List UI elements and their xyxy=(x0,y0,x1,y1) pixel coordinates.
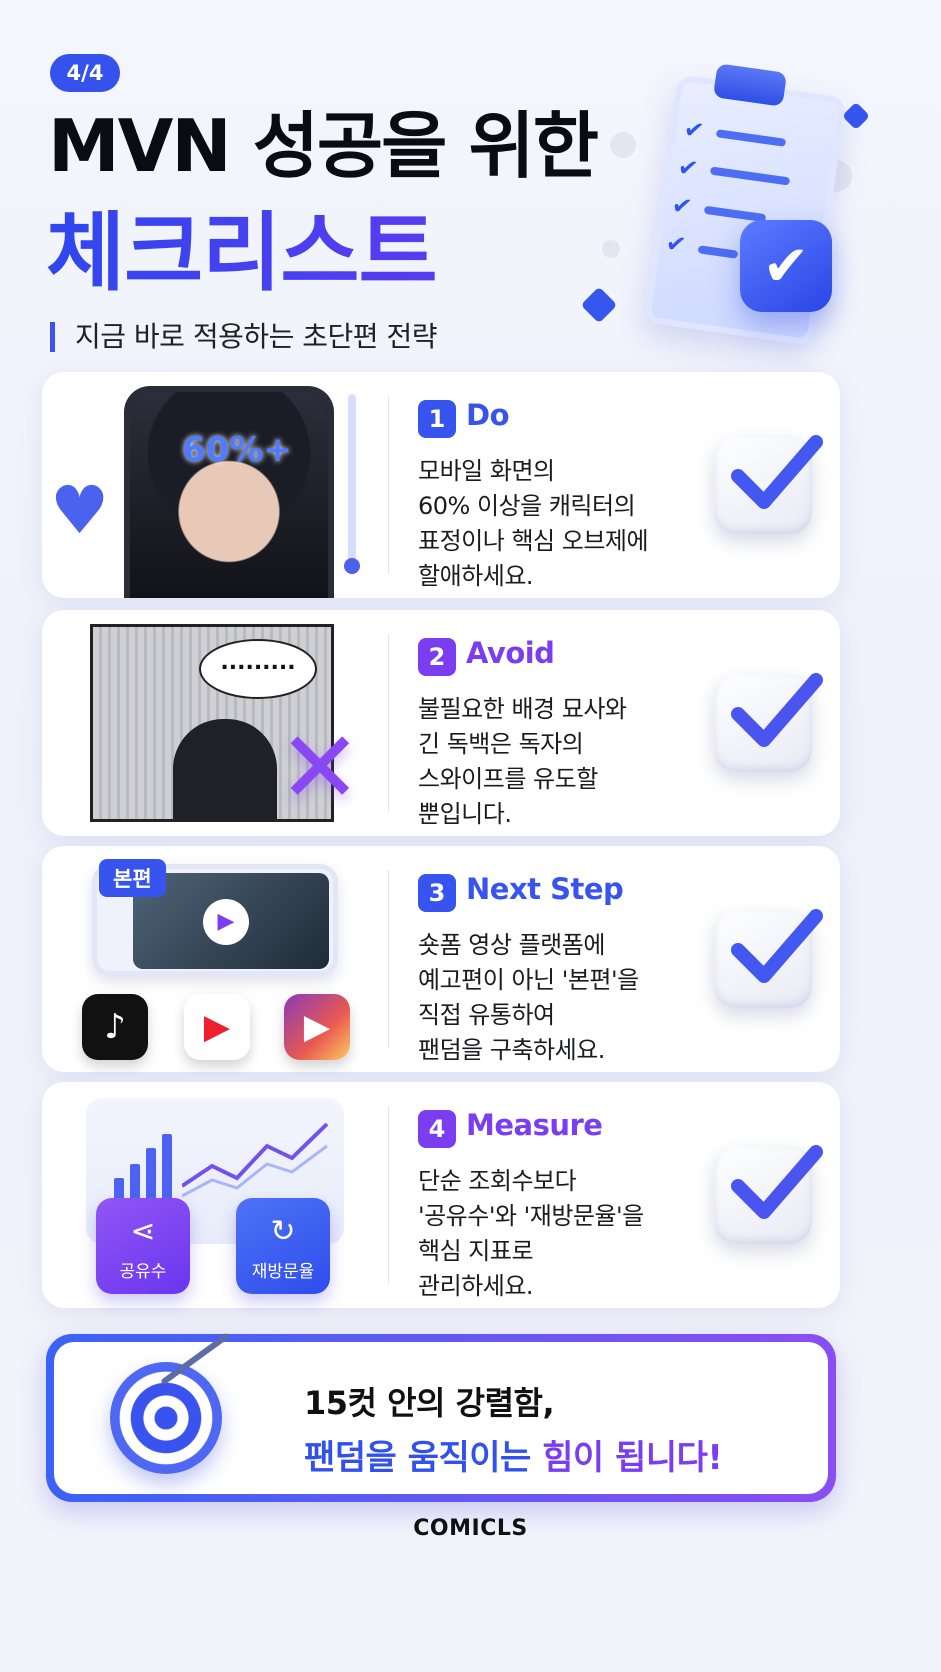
banner-line2: 팬덤을 움직이는 힘이 됩니다! xyxy=(304,1438,723,1478)
check-icon xyxy=(714,909,823,1008)
youtube-shorts-icon: ▶ xyxy=(184,994,250,1060)
scroll-knob xyxy=(344,558,360,574)
checklist-card-next-step: ▶ 본편 ♪ ▶ ▶ 3 Next Step 숏폼 영상 플랫폼에 예고편이 아… xyxy=(42,846,840,1072)
checklist-card-do: ♥ 60%+ 1 Do 모바일 화면의 60% 이상을 캐릭터의 표정이나 핵심… xyxy=(42,372,840,598)
check-icon xyxy=(714,435,823,534)
step-description: 모바일 화면의 60% 이상을 캐릭터의 표정이나 핵심 오브제에 할애하세요. xyxy=(418,457,649,590)
instagram-reels-icon: ▶ xyxy=(284,994,350,1060)
revisit-rate-tile: ↻ 재방문율 xyxy=(236,1198,330,1294)
heart-icon: ♥ xyxy=(50,472,110,549)
step-description: 불필요한 배경 묘사와 긴 독백은 독자의 스와이프를 유도할 뿐입니다. xyxy=(418,695,627,828)
page-title-line1: MVN 성공을 위한 xyxy=(48,104,599,188)
step-heading: Avoid xyxy=(466,636,555,670)
step-description: 숏폼 영상 플랫폼에 예고편이 아닌 '본편'을 직접 유통하여 팬덤을 구축하… xyxy=(418,931,639,1064)
check-bubble-icon: ✔ xyxy=(740,220,832,312)
share-count-tile: ⋖ 공유수 xyxy=(96,1198,190,1294)
step-description: 단순 조회수보다 '공유수'와 '재방문율'을 핵심 지표로 관리하세요. xyxy=(418,1167,644,1300)
infographic-page: 4/4 MVN 성공을 위한 체크리스트 지금 바로 적용하는 초단편 전략 ✔… xyxy=(0,0,941,1672)
check-icon xyxy=(714,673,823,772)
phone-mockup: 60%+ xyxy=(124,386,334,598)
page-counter-badge: 4/4 xyxy=(50,54,120,92)
video-player-mockup: ▶ 본편 xyxy=(92,859,338,976)
page-subtitle: 지금 바로 적용하는 초단편 전략 xyxy=(50,322,437,352)
brand-footer: COMICLS xyxy=(413,1516,528,1541)
step-number: 4 xyxy=(418,1110,456,1148)
x-mark-icon: ✕ xyxy=(278,709,362,826)
checklist-card-avoid: ......... ✕ 2 Avoid 불필요한 배경 묘사와 긴 독백은 독자… xyxy=(42,610,840,836)
step-heading: Next Step xyxy=(466,872,624,906)
summary-banner: 15컷 안의 강렬함, 팬덤을 움직이는 힘이 됩니다! xyxy=(46,1332,836,1502)
main-episode-tag: 본편 xyxy=(99,859,166,897)
coverage-label: 60%+ xyxy=(182,430,292,470)
scroll-bar xyxy=(348,394,356,574)
revisit-icon: ↻ xyxy=(270,1214,296,1249)
step-number: 3 xyxy=(418,874,456,912)
tiktok-icon: ♪ xyxy=(82,994,148,1060)
clipboard-icon: ✔ ✔ ✔ ✔ ✔ xyxy=(580,40,900,360)
character-face-image xyxy=(130,392,328,598)
speech-bubble: ......... xyxy=(199,639,317,699)
play-icon: ▶ xyxy=(203,899,249,945)
check-icon xyxy=(714,1145,823,1244)
share-icon: ⋖ xyxy=(130,1214,156,1249)
step-number: 1 xyxy=(418,400,456,438)
checklist-card-measure: ⋖ 공유수 ↻ 재방문율 4 Measure 단순 조회수보다 '공유수'와 '… xyxy=(42,1082,840,1308)
step-heading: Measure xyxy=(466,1108,603,1142)
step-heading: Do xyxy=(466,398,510,432)
step-number: 2 xyxy=(418,638,456,676)
page-title-line2: 체크리스트 xyxy=(46,203,438,303)
banner-line1: 15컷 안의 강렬함, xyxy=(304,1384,555,1422)
